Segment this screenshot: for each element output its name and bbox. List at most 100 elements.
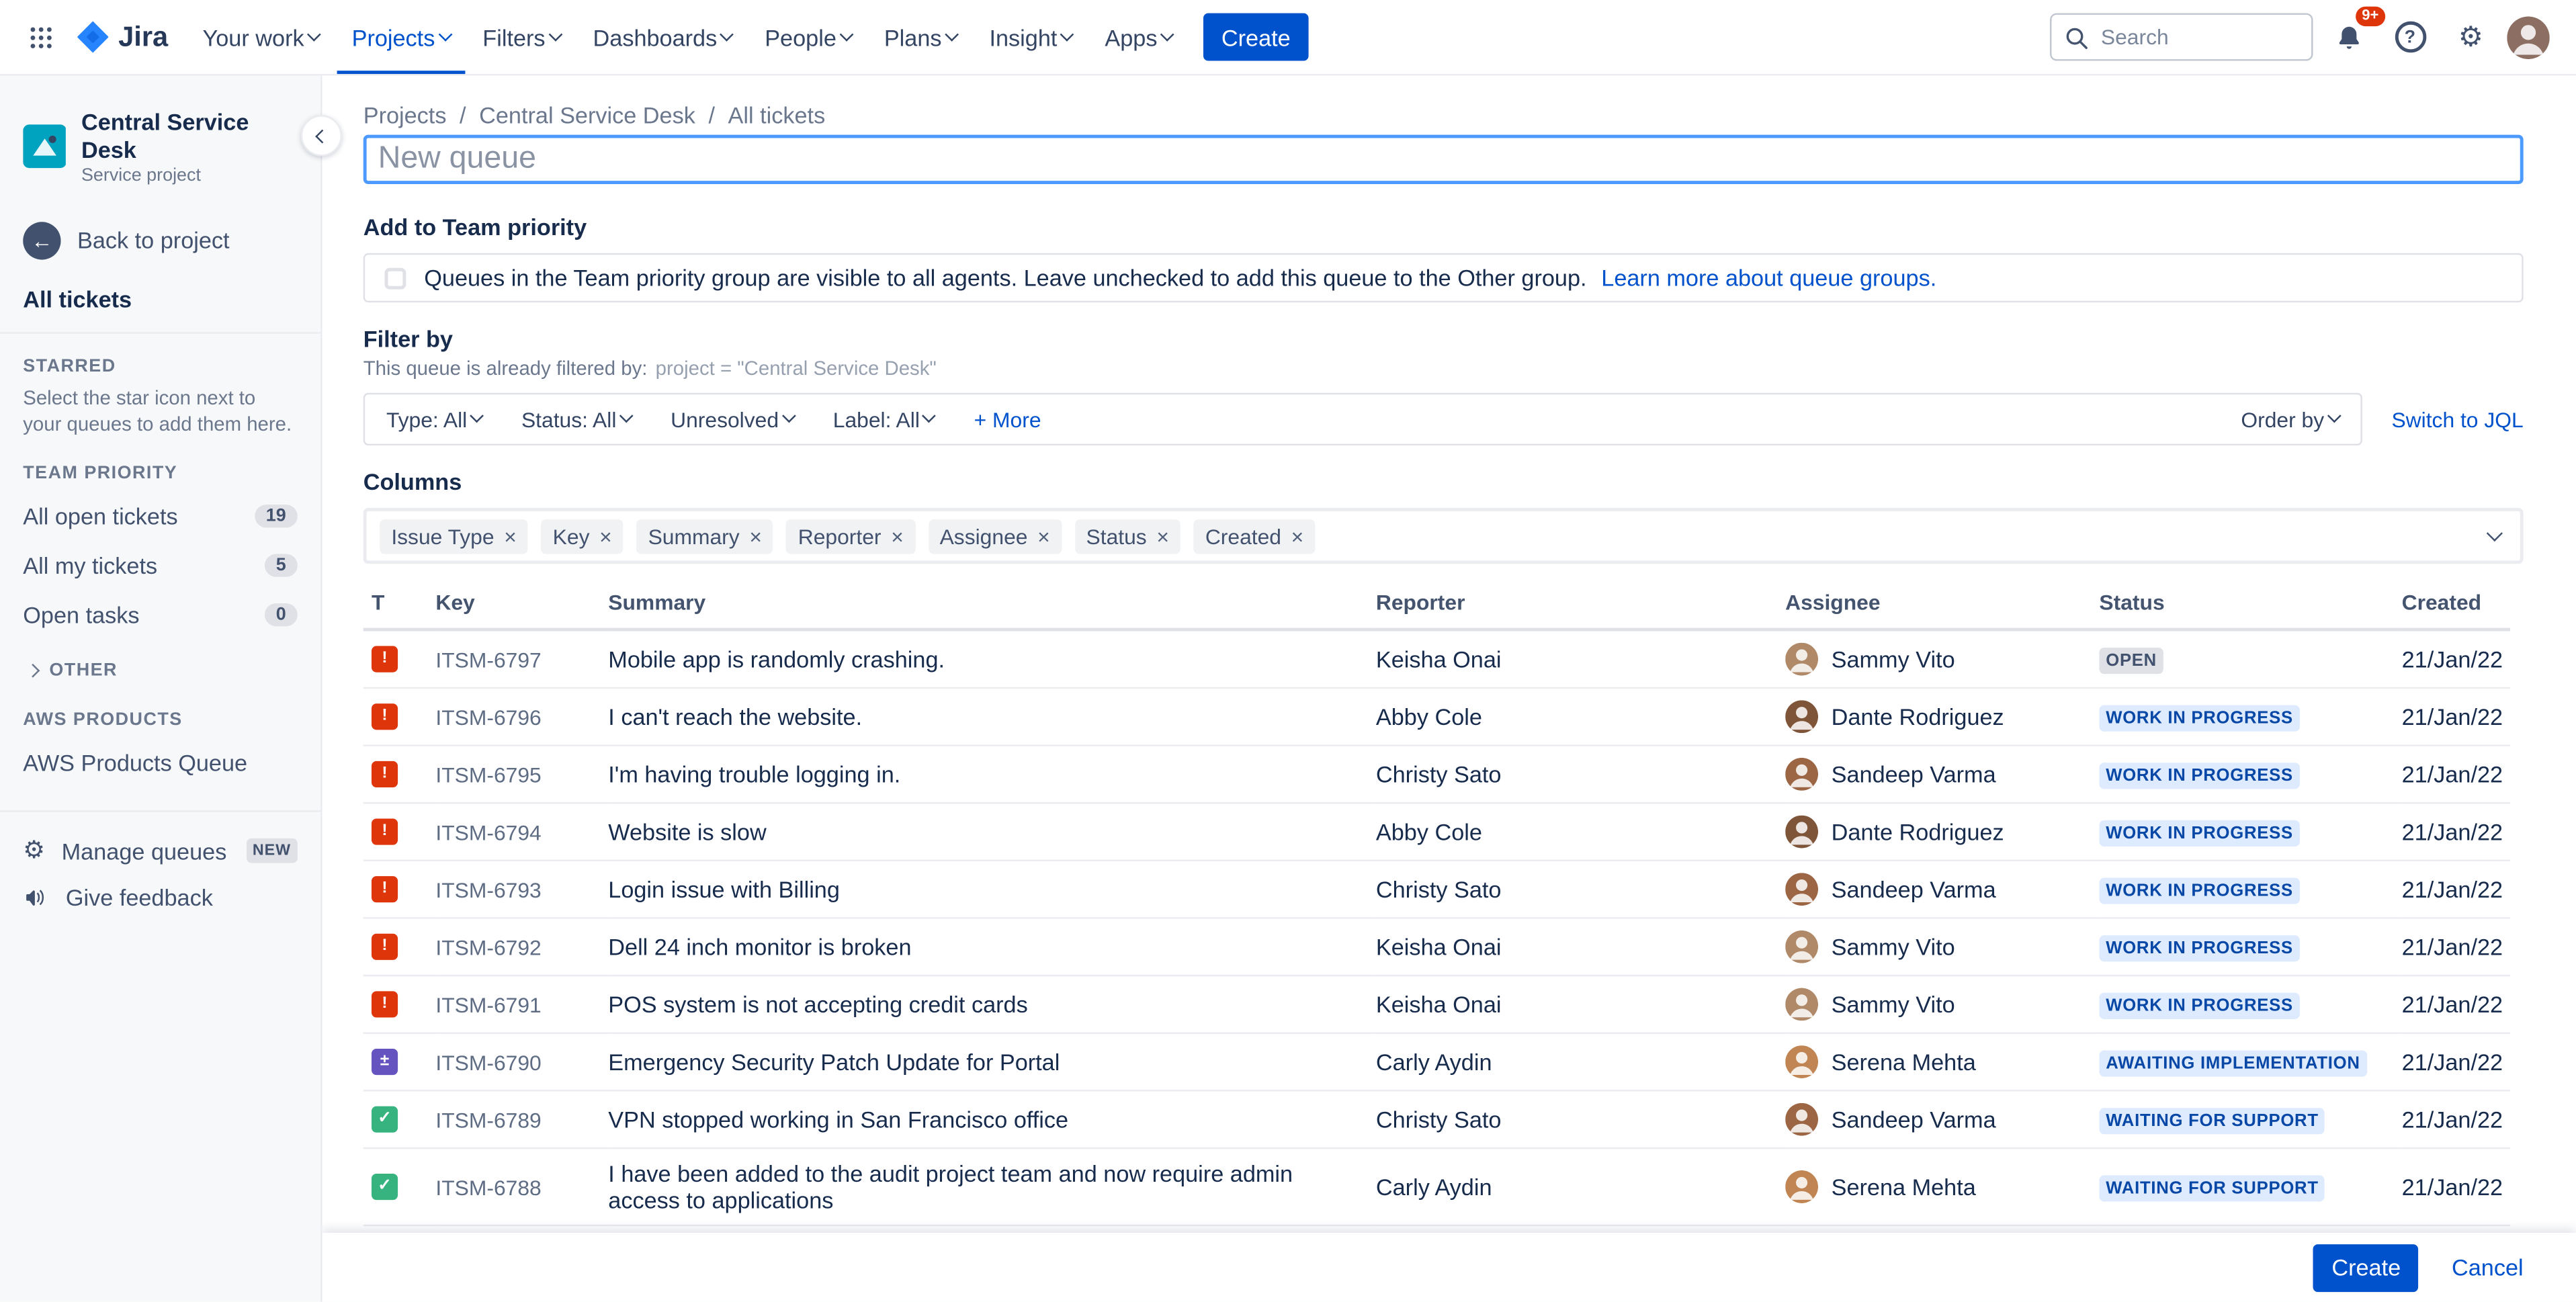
queue-groups-link[interactable]: Learn more about queue groups. [1601, 265, 1936, 291]
nav-item-people[interactable]: People [750, 0, 866, 74]
create-queue-button[interactable]: Create [2313, 1243, 2419, 1291]
remove-icon[interactable]: × [504, 523, 517, 548]
remove-icon[interactable]: × [1037, 523, 1050, 548]
breadcrumb-projects[interactable]: Projects [363, 102, 447, 128]
notification-badge: 9+ [2355, 5, 2386, 26]
sidebar-item-all-open-tickets[interactable]: All open tickets 19 [0, 491, 320, 540]
ticket-row[interactable]: ✓ [363, 1225, 2511, 1233]
chevron-down-icon [1160, 26, 1174, 41]
chevron-down-icon [619, 408, 634, 423]
column-chip-created[interactable]: Created × [1193, 518, 1316, 554]
ticket-key[interactable]: ITSM-6795 [435, 763, 541, 787]
filter-status-dropdown[interactable]: Status: All [521, 407, 634, 431]
order-by-dropdown[interactable]: Order by [2241, 407, 2342, 431]
ticket-key[interactable]: ITSM-6791 [435, 993, 541, 1018]
ticket-row[interactable]: ! ITSM-6794 Website is slow Abby Cole Da… [363, 803, 2511, 862]
cancel-button[interactable]: Cancel [2452, 1254, 2524, 1281]
sidebar-item-all-tickets[interactable]: All tickets [0, 269, 320, 331]
nav-item-plans[interactable]: Plans [869, 0, 972, 74]
ticket-key[interactable]: ITSM-6793 [435, 878, 541, 903]
sidebar-collapse-button[interactable] [300, 115, 342, 157]
ticket-key[interactable]: ITSM-6796 [435, 705, 541, 730]
team-priority-section-heading: Add to Team priority [363, 214, 587, 241]
app-switcher-icon[interactable] [16, 12, 65, 61]
nav-item-projects[interactable]: Projects [337, 0, 465, 75]
nav-item-apps[interactable]: Apps [1090, 0, 1187, 74]
ticket-row[interactable]: ! ITSM-6797 Mobile app is randomly crash… [363, 630, 2511, 689]
filter-row: Type: All Status: All Unresolved Label: … [363, 392, 2524, 446]
ticket-row[interactable]: ✓ ITSM-6789 VPN stopped working in San F… [363, 1090, 2511, 1149]
team-priority-text: Queues in the Team priority group are vi… [424, 264, 1937, 292]
column-chip-key[interactable]: Key × [541, 518, 624, 554]
nav-item-dashboards[interactable]: Dashboards [578, 0, 747, 74]
gear-icon: ⚙ [2458, 21, 2484, 53]
ticket-row[interactable]: ! ITSM-6793 Login issue with Billing Chr… [363, 860, 2511, 919]
column-header-status: Status [2099, 583, 2402, 632]
switch-to-jql-link[interactable]: Switch to JQL [2391, 407, 2523, 432]
assignee-avatar [1785, 642, 1819, 676]
sidebar-item-aws-products-queue[interactable]: AWS Products Queue [0, 738, 320, 787]
breadcrumb: Projects / Central Service Desk / All tick… [363, 101, 826, 128]
give-feedback[interactable]: Give feedback [0, 875, 320, 921]
more-filters-button[interactable]: + More [974, 407, 1041, 432]
filter-resolution-dropdown[interactable]: Unresolved [671, 407, 796, 431]
columns-expand-button[interactable] [2484, 521, 2507, 551]
column-chip-status[interactable]: Status × [1074, 518, 1181, 554]
help-button[interactable]: ? [2385, 12, 2434, 61]
sidebar-item-all-my-tickets[interactable]: All my tickets 5 [0, 541, 320, 590]
breadcrumb-project[interactable]: Central Service Desk [479, 102, 695, 128]
filter-type-dropdown[interactable]: Type: All [386, 407, 484, 431]
status-badge: OPEN [2099, 647, 2163, 675]
search-input[interactable] [2097, 23, 2299, 51]
columns-select[interactable]: Issue Type × Key × Summary × Reporter × Assi… [363, 508, 2524, 564]
remove-icon[interactable]: × [1291, 523, 1304, 548]
remove-icon[interactable]: × [891, 523, 904, 548]
ticket-row[interactable]: ✓ ITSM-6788 I have been added to the aud… [363, 1148, 2511, 1227]
ticket-row[interactable]: ! ITSM-6791 POS system is not accepting … [363, 975, 2511, 1034]
ticket-row[interactable]: ± ITSM-6790 Emergency Security Patch Upd… [363, 1033, 2511, 1092]
ticket-key[interactable]: ITSM-6790 [435, 1050, 541, 1075]
column-chip-assignee[interactable]: Assignee × [928, 518, 1062, 554]
remove-icon[interactable]: × [749, 523, 762, 548]
jira-logo[interactable]: Jira [69, 19, 185, 54]
ticket-reporter: Keisha Onai [1375, 991, 1502, 1018]
ticket-row[interactable]: ! ITSM-6795 I'm having trouble logging i… [363, 745, 2511, 804]
ticket-key[interactable]: ITSM-6789 [435, 1108, 541, 1133]
notifications-button[interactable]: 9+ [2325, 5, 2386, 61]
user-avatar[interactable] [2507, 15, 2550, 58]
remove-icon[interactable]: × [1156, 523, 1169, 548]
back-to-project[interactable]: ← Back to project [0, 212, 320, 269]
team-priority-checkbox[interactable] [384, 267, 406, 289]
sidebar-section-other[interactable]: OTHER [0, 640, 320, 687]
status-badge: WORK IN PROGRESS [2099, 763, 2300, 789]
global-create-button[interactable]: Create [1203, 13, 1309, 61]
assignee-avatar [1785, 873, 1819, 906]
status-badge: WORK IN PROGRESS [2099, 992, 2300, 1019]
nav-item-insight[interactable]: Insight [974, 0, 1086, 74]
manage-queues[interactable]: ⚙ Manage queues NEW [0, 828, 320, 875]
column-chip-reporter[interactable]: Reporter × [786, 518, 915, 554]
sidebar-item-open-tasks[interactable]: Open tasks 0 [0, 590, 320, 639]
filter-box: Type: All Status: All Unresolved Label: … [363, 392, 2362, 446]
column-chip-issue-type[interactable]: Issue Type × [380, 518, 528, 554]
issue-type-icon: ✓ [371, 1106, 398, 1133]
ticket-key[interactable]: ITSM-6797 [435, 648, 541, 672]
column-header-created: Created [2401, 583, 2511, 632]
column-chip-summary[interactable]: Summary × [636, 518, 774, 554]
nav-item-filters[interactable]: Filters [468, 0, 574, 74]
ticket-key[interactable]: ITSM-6794 [435, 820, 541, 845]
filter-label-dropdown[interactable]: Label: All [833, 407, 937, 431]
settings-button[interactable]: ⚙ [2446, 12, 2495, 61]
nav-item-your-work[interactable]: Your work [188, 0, 334, 74]
ticket-key[interactable]: ITSM-6792 [435, 935, 541, 960]
ticket-row[interactable]: ! ITSM-6792 Dell 24 inch monitor is brok… [363, 918, 2511, 977]
ticket-summary: POS system is not accepting credit cards [608, 991, 1028, 1018]
ticket-row[interactable]: ! ITSM-6796 I can't reach the website. A… [363, 687, 2511, 746]
chevron-down-icon [922, 408, 937, 423]
issue-type-icon: ! [371, 646, 398, 672]
breadcrumb-all-tickets[interactable]: All tickets [728, 102, 826, 128]
queue-name-input[interactable] [363, 134, 2524, 185]
remove-icon[interactable]: × [599, 523, 612, 548]
ticket-key[interactable]: ITSM-6788 [435, 1175, 541, 1200]
ticket-reporter: Christy Sato [1375, 761, 1502, 787]
